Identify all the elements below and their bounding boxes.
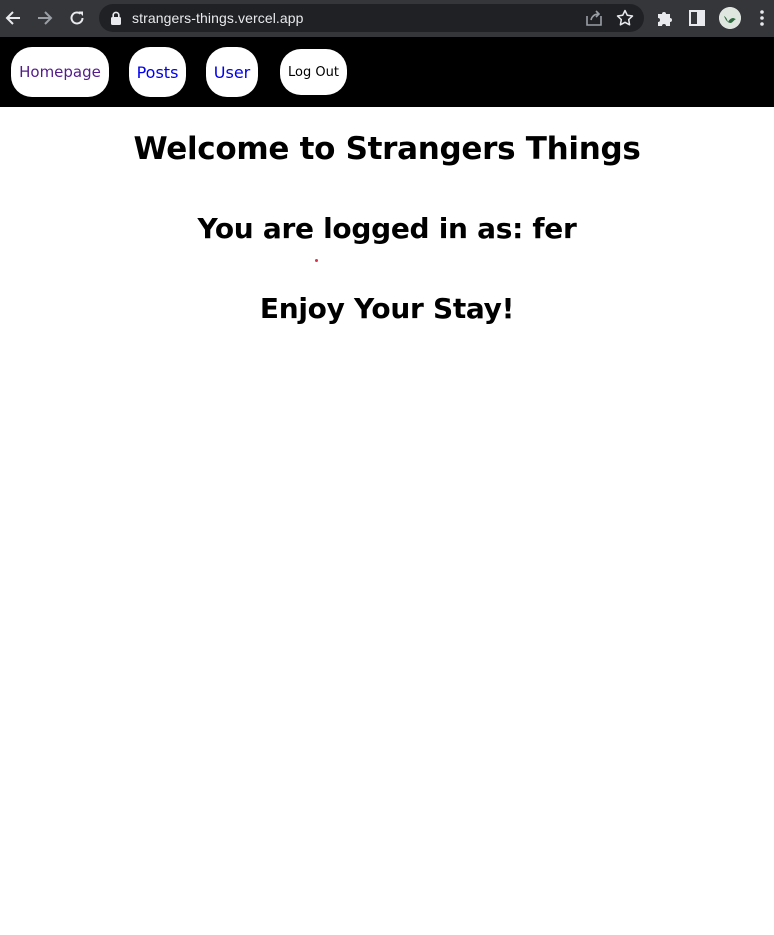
side-panel-icon[interactable] [689,10,705,26]
lock-icon[interactable] [110,11,122,25]
star-icon[interactable] [616,9,634,27]
cursor-dot [315,259,318,262]
browser-toolbar: strangers-things.vercel.app [0,0,774,37]
logout-button[interactable]: Log Out [280,49,347,95]
welcome-heading: Welcome to Strangers Things [133,131,641,167]
nav-link-posts[interactable]: Posts [129,47,186,97]
site-navbar: Homepage Posts User Log Out [0,37,774,107]
kebab-menu-icon[interactable] [757,9,767,27]
enjoy-heading: Enjoy Your Stay! [259,292,515,325]
reload-icon[interactable] [65,7,89,29]
extensions-puzzle-icon[interactable] [656,9,674,27]
address-bar[interactable]: strangers-things.vercel.app [99,4,644,32]
profile-avatar-icon[interactable] [719,7,741,29]
nav-link-homepage[interactable]: Homepage [11,47,109,97]
forward-arrow-icon[interactable] [33,7,57,29]
share-icon[interactable] [584,9,604,27]
url-text[interactable]: strangers-things.vercel.app [132,10,304,26]
logged-in-heading: You are logged in as: fer [197,212,577,245]
nav-link-user[interactable]: User [206,47,258,97]
back-arrow-icon[interactable] [1,7,25,29]
